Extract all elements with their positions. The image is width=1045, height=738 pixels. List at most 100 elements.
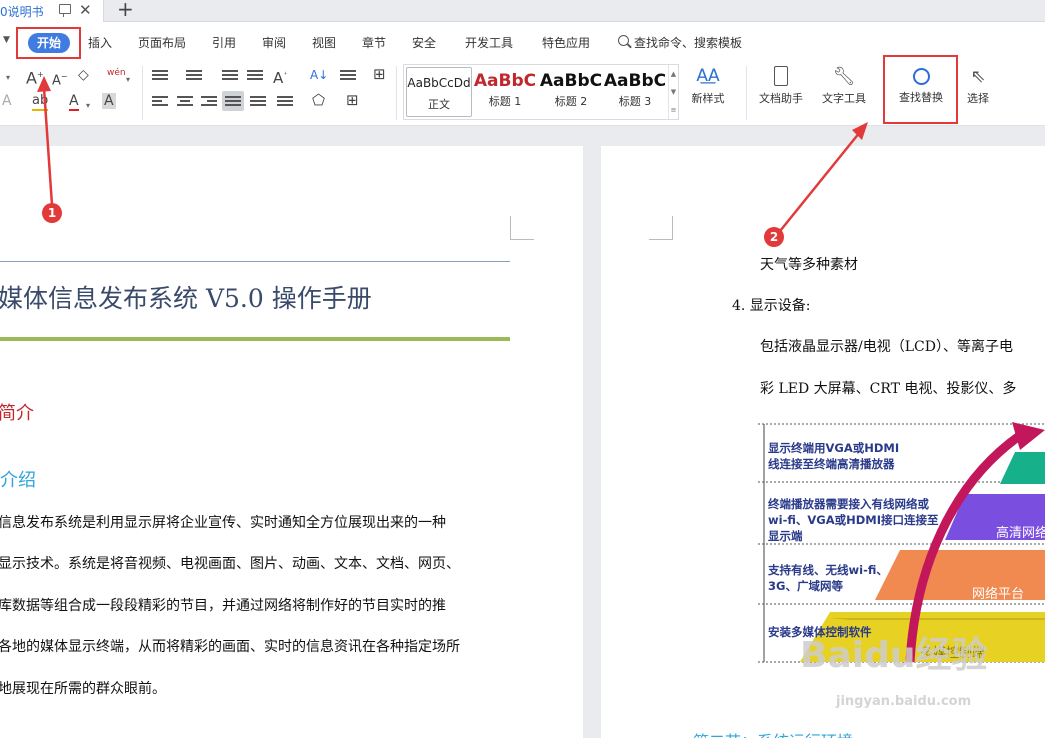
- tab-special-apps[interactable]: 特色应用: [542, 34, 590, 51]
- shading-icon[interactable]: ⬠: [312, 92, 325, 108]
- style-heading-2-label: 标题 2: [554, 95, 588, 108]
- highlight-box-home-tab: [16, 27, 81, 59]
- body-line: 包括液晶显示器/电视（LCD）、等离子电: [760, 339, 1013, 355]
- doc-assistant-label: 文档助手: [759, 92, 803, 105]
- increase-indent-icon[interactable]: [247, 70, 263, 82]
- search-icon[interactable]: [618, 35, 629, 46]
- highlight-color-icon[interactable]: ab: [32, 93, 49, 111]
- font-color-dropdown-icon[interactable]: ▾: [86, 98, 90, 114]
- diagram-label: 线连接至终端高清播放器: [768, 457, 895, 471]
- command-search[interactable]: 查找命令、搜索模板: [634, 34, 742, 51]
- justify-icon: [225, 96, 241, 108]
- decrease-indent-icon[interactable]: [222, 70, 238, 82]
- style-gallery-scroll[interactable]: ▲ ▼ ≡: [668, 65, 678, 119]
- style-heading-1-preview: AaBbC: [473, 71, 537, 91]
- title-underline: [0, 337, 510, 341]
- document-tab-title: 0说明书: [0, 5, 44, 19]
- grow-font-label: A: [26, 68, 37, 88]
- tab-view[interactable]: 视图: [312, 34, 336, 51]
- paragraph-line: 地展现在所需的群众眼前。: [0, 681, 166, 697]
- distributed-align-icon[interactable]: [250, 96, 266, 108]
- pinyin-dropdown-icon[interactable]: ▾: [126, 72, 130, 88]
- paragraph-line: 信息发布系统是利用显示屏将企业宣传、实时通知全方位展现出来的一种: [0, 515, 446, 531]
- chevron-down-icon[interactable]: ▼: [3, 35, 10, 45]
- wps-writer-window: 0说明书 ✕ + ▼ 开始 插入 页面布局 引用 审阅 视图 章节 安全 开发工…: [0, 0, 1045, 738]
- style-normal-label: 正文: [428, 98, 450, 111]
- select-label: 选择: [967, 92, 989, 105]
- align-center-icon[interactable]: [177, 96, 193, 108]
- list-item-4: 4. 显示设备:: [732, 298, 811, 314]
- tier-label: 高清网络: [996, 526, 1045, 541]
- document-title: 媒体信息发布系统 V5.0 操作手册: [0, 284, 372, 313]
- pin-window-icon[interactable]: [59, 4, 71, 17]
- justify-button[interactable]: [222, 91, 244, 111]
- step-badge-1: 1: [42, 203, 62, 223]
- tab-security[interactable]: 安全: [412, 34, 436, 51]
- shrink-font-button[interactable]: A−: [52, 69, 68, 89]
- line-spacing-icon[interactable]: [340, 70, 356, 82]
- font-color-button[interactable]: A: [69, 93, 79, 111]
- baidu-watermark-url: jingyan.baidu.com: [836, 694, 972, 709]
- step-badge-2: 2: [764, 227, 784, 247]
- tab-insert[interactable]: 插入: [88, 34, 112, 51]
- text-tools-label: 文字工具: [822, 92, 866, 105]
- grow-font-button[interactable]: A+: [26, 67, 44, 86]
- table-grid-icon[interactable]: ⊞: [373, 66, 386, 82]
- text-effect-icon[interactable]: A: [2, 93, 12, 109]
- align-left-icon[interactable]: [152, 96, 168, 108]
- tab-page-layout[interactable]: 页面布局: [138, 34, 186, 51]
- highlight-box-find-replace: [883, 55, 958, 124]
- style-heading-2[interactable]: AaBbC 标题 2: [538, 67, 604, 117]
- text-direction-icon[interactable]: A⁺: [273, 67, 288, 86]
- style-heading-3-label: 标题 3: [618, 95, 652, 108]
- style-heading-3[interactable]: AaBbC 标题 3: [602, 67, 668, 117]
- font-size-dropdown-icon[interactable]: ▾: [6, 70, 10, 86]
- baidu-watermark-logo: Baidu经验: [800, 635, 988, 676]
- ribbon-separator: [142, 66, 143, 120]
- tier-label: 网络平台: [972, 587, 1025, 602]
- document-tab[interactable]: 0说明书 ✕: [0, 0, 104, 22]
- tab-developer[interactable]: 开发工具: [465, 34, 513, 51]
- paragraph-line: 各地的媒体显示终端，从而将精彩的画面、实时的信息资讯在各种指定场所: [0, 639, 460, 655]
- shrink-font-label: A: [52, 73, 61, 89]
- style-normal-preview: AaBbCcDd: [407, 76, 471, 90]
- style-heading-2-preview: AaBbC: [539, 71, 603, 91]
- title-tab-bar: 0说明书 ✕ +: [0, 0, 1045, 22]
- title-rule: [0, 261, 510, 262]
- new-tab-button[interactable]: +: [117, 0, 134, 20]
- eraser-icon[interactable]: ◇: [78, 67, 89, 83]
- style-gallery: AaBbCcDd 正文 AaBbC 标题 1 AaBbC 标题 2 AaBbC …: [403, 64, 679, 120]
- close-tab-icon[interactable]: ✕: [79, 1, 92, 19]
- margin-corner-mark: [649, 216, 673, 240]
- select-button[interactable]: ⇖ 选择: [958, 66, 998, 106]
- tab-references[interactable]: 引用: [212, 34, 236, 51]
- pinyin-guide-button[interactable]: wén: [107, 65, 126, 81]
- bullet-list-icon[interactable]: [152, 70, 168, 82]
- tab-review[interactable]: 审阅: [262, 34, 286, 51]
- text-tools-button[interactable]: 🔧︎ 文字工具: [814, 66, 874, 106]
- doc-assistant-button[interactable]: 文档助手: [754, 66, 808, 106]
- diagram-label: 显示端: [768, 529, 803, 543]
- new-style-label: 新样式: [691, 92, 725, 105]
- margin-corner-mark: [510, 216, 534, 240]
- subheading-intro: 介绍: [0, 470, 36, 491]
- numbered-list-icon[interactable]: [186, 70, 202, 82]
- sort-button[interactable]: A↓: [310, 67, 328, 83]
- diagram-label: 3G、广域网等: [768, 579, 843, 593]
- paragraph-spacing-icon[interactable]: [277, 96, 293, 108]
- paragraph-line: 库数据等组合成一段段精彩的节目，并通过网络将制作好的节目实时的推: [0, 598, 446, 614]
- tab-chapter[interactable]: 章节: [362, 34, 386, 51]
- char-shading-button[interactable]: A: [102, 93, 116, 109]
- ribbon-separator: [396, 66, 397, 120]
- left-page[interactable]: 媒体信息发布系统 V5.0 操作手册 简介 介绍 信息发布系统是利用显示屏将企业…: [0, 146, 583, 738]
- style-heading-1-label: 标题 1: [488, 95, 522, 108]
- doc-assistant-icon: [774, 66, 788, 86]
- style-normal[interactable]: AaBbCcDd 正文: [406, 67, 472, 117]
- ribbon-separator: [746, 66, 747, 120]
- style-heading-1[interactable]: AaBbC 标题 1: [472, 67, 538, 117]
- new-style-button[interactable]: A͟A 新样式: [684, 66, 732, 106]
- diagram-label: 终端播放器需要接入有线网络或: [768, 497, 929, 511]
- borders-icon[interactable]: ⊞: [346, 92, 359, 108]
- cursor-arrow-icon: ⇖: [970, 66, 986, 87]
- align-right-icon[interactable]: [201, 96, 217, 108]
